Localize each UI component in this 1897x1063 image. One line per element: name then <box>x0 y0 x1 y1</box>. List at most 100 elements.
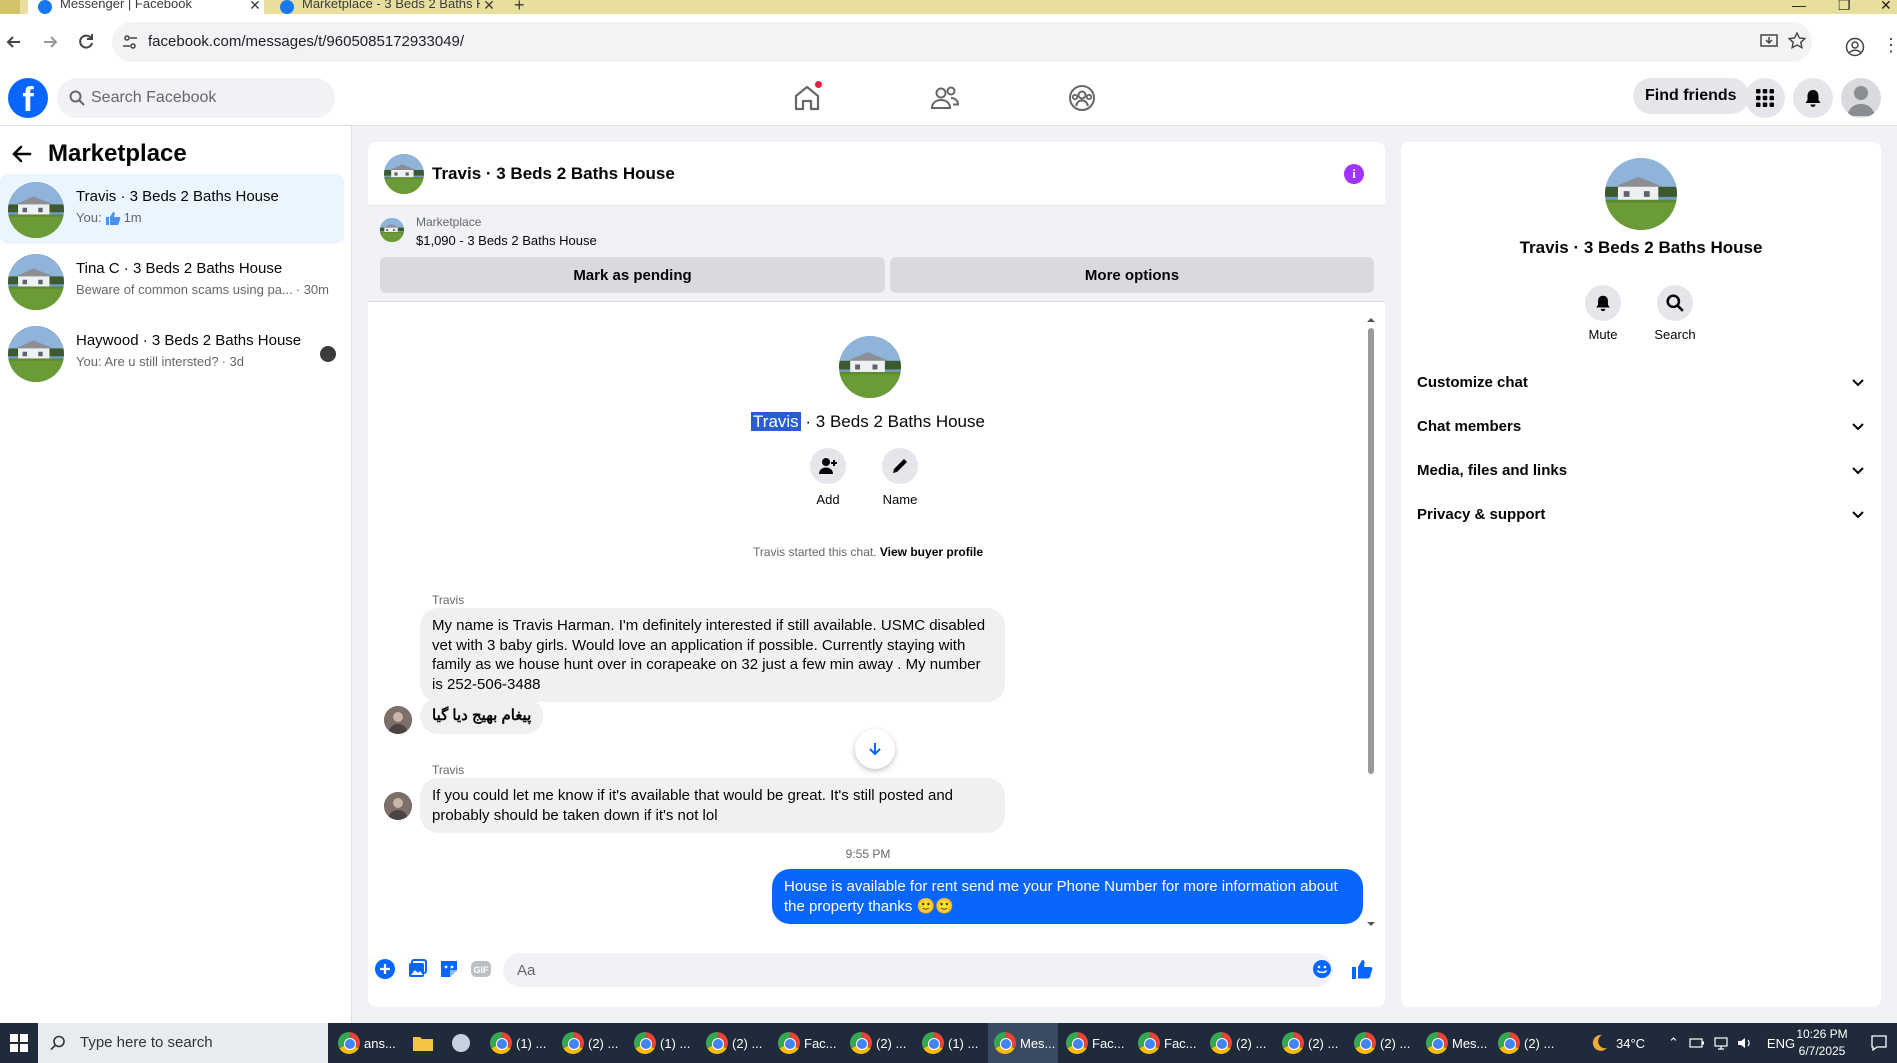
outgoing-message[interactable]: House is available for rent send me your… <box>772 869 1363 924</box>
taskbar-app[interactable]: (2) ... <box>1348 1023 1418 1063</box>
taskbar-app[interactable]: Fac... <box>772 1023 842 1063</box>
message-thread[interactable]: Travis · 3 Beds 2 Baths House Add Name T… <box>368 302 1385 942</box>
conversation-details-panel: Travis · 3 Beds 2 Baths House Mute Searc… <box>1401 142 1881 1007</box>
taskbar-app[interactable] <box>444 1023 476 1063</box>
account-avatar[interactable] <box>1841 78 1881 118</box>
taskbar-clock[interactable]: 10:26 PM 6/7/2025 <box>1792 1026 1852 1060</box>
section-chat-members[interactable]: Chat members <box>1417 408 1865 444</box>
tab-marketplace[interactable]: Marketplace - 3 Beds 2 Baths H ✕ <box>270 0 498 14</box>
nav-friends[interactable] <box>929 82 961 114</box>
taskbar-app[interactable]: ans... <box>332 1023 402 1063</box>
tab-search-button[interactable] <box>0 0 20 14</box>
search-input[interactable] <box>91 78 321 118</box>
mute-button[interactable] <box>1585 285 1621 321</box>
bookmark-star-icon[interactable] <box>1788 32 1806 50</box>
menu-button[interactable] <box>1745 78 1785 118</box>
weather-widget[interactable]: 34°C <box>1588 1023 1645 1063</box>
emoji-icon[interactable] <box>1312 959 1332 979</box>
incoming-message[interactable]: پیغام بھیج دیا گیا <box>420 698 544 734</box>
tab-messenger[interactable]: Messenger | Facebook ✕ <box>28 0 264 14</box>
listing-thumbnail[interactable] <box>380 218 404 242</box>
listing-price-title[interactable]: $1,090 - 3 Beds 2 Baths House <box>416 233 597 248</box>
taskbar-app-label: Fac... <box>804 1035 837 1051</box>
incoming-message[interactable]: My name is Travis Harman. I'm definitely… <box>420 608 1005 702</box>
notification-center-icon[interactable] <box>1870 1034 1888 1052</box>
nav-groups[interactable] <box>1066 82 1098 114</box>
taskbar-app[interactable]: (2) ... <box>844 1023 914 1063</box>
taskbar-app[interactable]: (2) ... <box>1204 1023 1274 1063</box>
taskbar-app[interactable]: (2) ... <box>1276 1023 1346 1063</box>
chrome-icon <box>562 1032 584 1054</box>
search-in-conversation-button[interactable] <box>1657 285 1693 321</box>
plus-icon[interactable] <box>374 958 396 980</box>
scroll-up-icon[interactable] <box>1367 316 1375 324</box>
speaker-icon[interactable] <box>1737 1036 1753 1050</box>
restore-icon[interactable]: ❐ <box>1838 0 1851 12</box>
new-tab-button[interactable]: + <box>514 0 525 14</box>
site-settings-icon[interactable] <box>122 34 138 50</box>
message-input[interactable] <box>503 953 1333 987</box>
start-button[interactable] <box>0 1023 38 1063</box>
find-friends-button[interactable]: Find friends <box>1633 78 1749 114</box>
install-app-icon[interactable] <box>1760 32 1778 50</box>
browser-profile-icon[interactable] <box>1845 37 1865 57</box>
input-language[interactable]: ENG <box>1767 1036 1795 1051</box>
like-send-icon[interactable] <box>1351 958 1373 980</box>
conversation-travis[interactable]: Travis · 3 Beds 2 Baths House You: 1m <box>0 174 344 244</box>
app-icon <box>452 1034 470 1052</box>
address-bar[interactable]: facebook.com/messages/t/9605085172933049… <box>112 22 1812 62</box>
gif-icon[interactable]: GIF <box>470 958 492 980</box>
back-arrow-icon[interactable] <box>10 142 34 166</box>
sticker-icon[interactable] <box>438 958 460 980</box>
taskbar-app[interactable]: Mes... <box>1420 1023 1490 1063</box>
section-privacy-support[interactable]: Privacy & support <box>1417 496 1865 532</box>
back-icon[interactable] <box>4 32 24 52</box>
chat-title[interactable]: Travis · 3 Beds 2 Baths House <box>432 164 675 184</box>
taskbar-app-label: Mes... <box>1020 1035 1056 1051</box>
file-explorer[interactable] <box>406 1023 438 1063</box>
close-tab-icon[interactable]: ✕ <box>480 0 498 12</box>
browser-menu-icon[interactable]: ⋮ <box>1882 36 1897 54</box>
taskbar-app-active[interactable]: Mes... <box>988 1023 1058 1063</box>
section-customize-chat[interactable]: Customize chat <box>1417 364 1865 400</box>
tab-title: Messenger | Facebook <box>60 0 192 11</box>
close-window-icon[interactable]: ✕ <box>1880 0 1892 12</box>
photo-icon[interactable] <box>406 958 428 980</box>
chat-avatar[interactable] <box>384 154 424 194</box>
facebook-search[interactable] <box>57 78 335 118</box>
reload-icon[interactable] <box>76 32 96 52</box>
close-tab-icon[interactable]: ✕ <box>246 0 264 12</box>
taskbar-app[interactable]: (2) ... <box>1492 1023 1562 1063</box>
nav-home[interactable] <box>791 80 823 114</box>
name-chat-button[interactable] <box>882 448 918 484</box>
more-options-button[interactable]: More options <box>890 257 1374 293</box>
taskbar-app[interactable]: (2) ... <box>700 1023 770 1063</box>
show-hidden-icons[interactable]: ⌃ <box>1668 1035 1679 1051</box>
battery-icon[interactable] <box>1689 1036 1705 1050</box>
scroll-to-bottom-button[interactable] <box>855 729 895 769</box>
notifications-button[interactable] <box>1793 78 1833 118</box>
add-people-button[interactable] <box>810 448 846 484</box>
conversation-tina[interactable]: Tina C · 3 Beds 2 Baths House Beware of … <box>0 246 344 316</box>
view-buyer-profile-link[interactable]: View buyer profile <box>880 545 983 559</box>
conversation-haywood[interactable]: Haywood · 3 Beds 2 Baths House You: Are … <box>0 318 344 388</box>
info-icon[interactable]: i <box>1344 164 1364 184</box>
taskbar-app[interactable]: Fac... <box>1132 1023 1202 1063</box>
taskbar-app[interactable]: (1) ... <box>628 1023 698 1063</box>
taskbar-app[interactable]: Fac... <box>1060 1023 1130 1063</box>
forward-icon[interactable] <box>40 32 60 52</box>
scroll-down-arrow-icon[interactable] <box>1367 920 1375 928</box>
taskbar-app[interactable]: (1) ... <box>916 1023 986 1063</box>
taskbar-app[interactable]: (2) ... <box>556 1023 626 1063</box>
mark-pending-button[interactable]: Mark as pending <box>380 257 885 293</box>
facebook-logo[interactable]: f <box>8 78 48 119</box>
taskbar-app[interactable]: (1) ... <box>484 1023 554 1063</box>
thread-scrollbar[interactable] <box>1367 316 1375 928</box>
chrome-icon <box>1210 1032 1232 1054</box>
scroll-thumb[interactable] <box>1368 328 1374 774</box>
section-media-files-links[interactable]: Media, files and links <box>1417 452 1865 488</box>
incoming-message[interactable]: If you could let me know if it's availab… <box>420 778 1005 833</box>
minimize-icon[interactable]: — <box>1792 0 1806 12</box>
network-icon[interactable] <box>1713 1036 1729 1050</box>
taskbar-search[interactable]: Type here to search <box>38 1023 328 1063</box>
